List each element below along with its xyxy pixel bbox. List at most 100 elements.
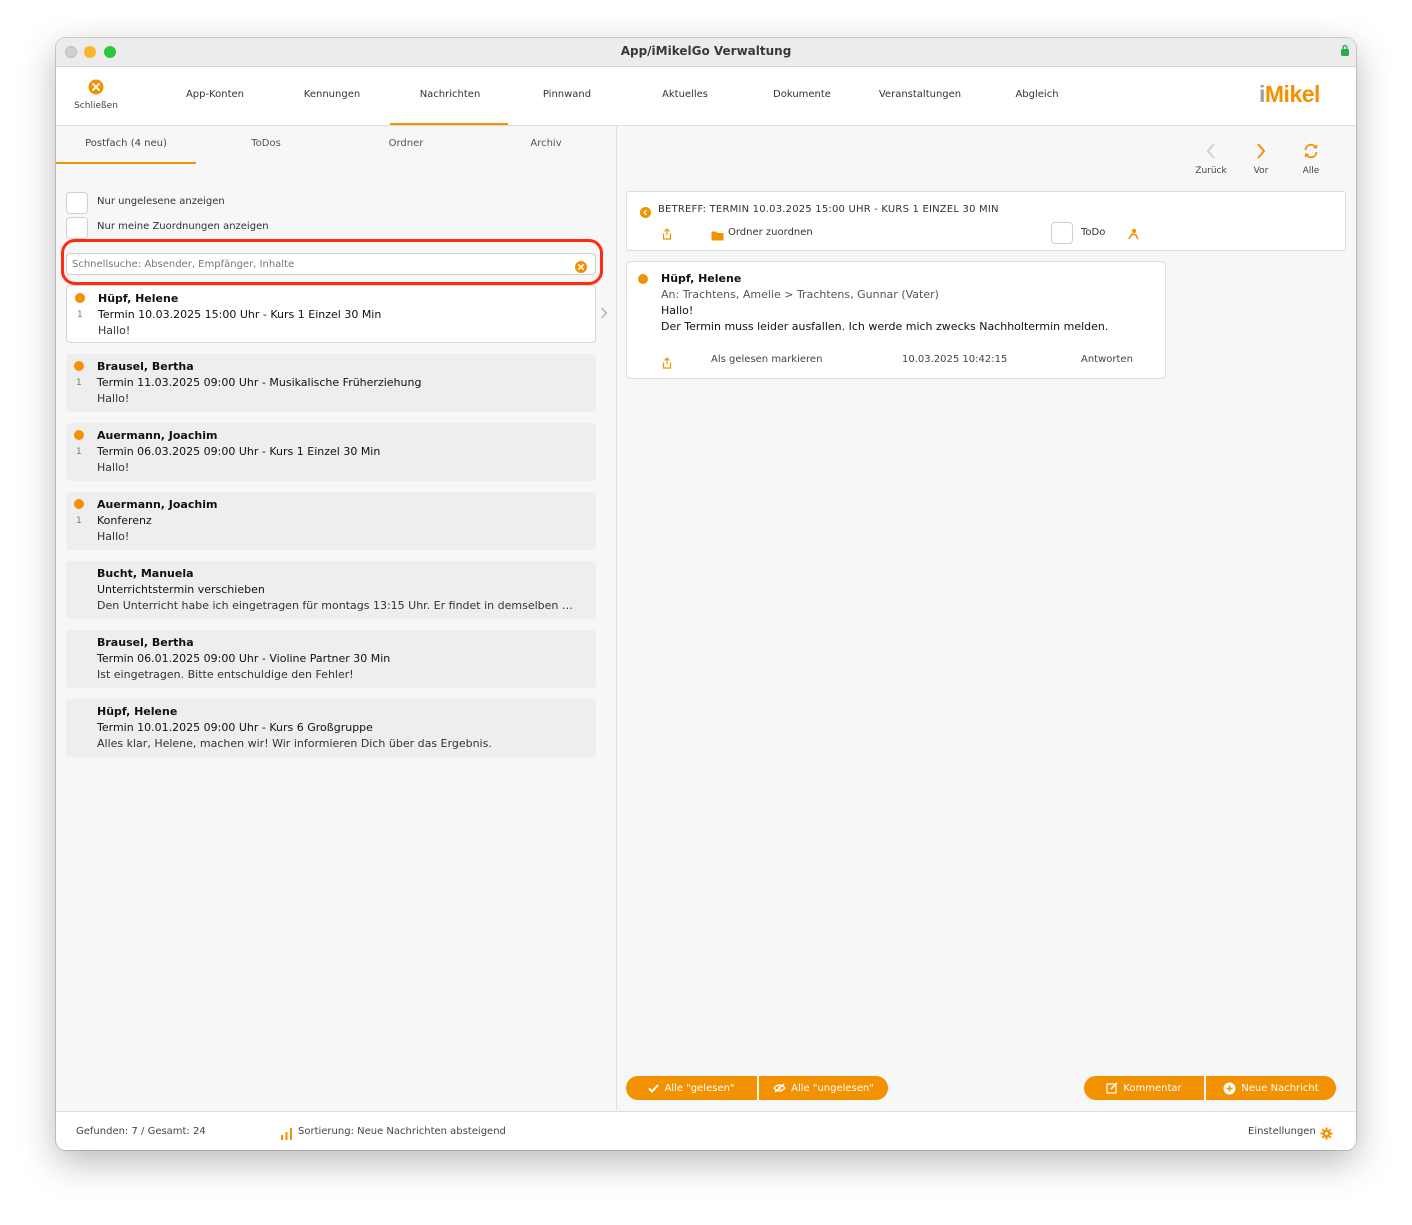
refresh-all-label: Alle (1302, 166, 1320, 176)
folder-icon[interactable] (711, 226, 724, 245)
detail-timestamp: 10.03.2025 10:42:15 (902, 354, 1008, 365)
message-sender: Brausel, Bertha (97, 360, 194, 373)
refresh-all-button[interactable]: Alle (1291, 142, 1331, 176)
nav-app-konten[interactable]: App-Konten (165, 89, 265, 100)
detail-body-line1: Hallo! (661, 304, 694, 317)
back-circle-icon[interactable] (640, 203, 651, 222)
edit-icon (1106, 1082, 1118, 1094)
message-preview: Den Unterricht habe ich eingetragen für … (97, 599, 573, 612)
message-item[interactable]: 1 Auermann, Joachim Termin 06.03.2025 09… (66, 423, 596, 481)
todo-checkbox[interactable] (1051, 222, 1073, 244)
message-item[interactable]: Hüpf, Helene Termin 10.01.2025 09:00 Uhr… (66, 699, 596, 757)
unread-only-checkbox[interactable] (66, 192, 88, 214)
forward-label: Vor (1253, 166, 1269, 176)
plus-circle-icon (1223, 1082, 1236, 1094)
subject-bar: BETREFF: TERMIN 10.03.2025 15:00 UHR - K… (626, 191, 1346, 251)
message-sender: Bucht, Manuela (97, 567, 194, 580)
nav-aktuelles[interactable]: Aktuelles (635, 89, 735, 100)
comment-button[interactable]: Kommentar (1084, 1076, 1204, 1100)
main-toolbar: Schließen App-Konten Kennungen Nachricht… (56, 67, 1356, 126)
unread-dot (74, 499, 84, 509)
detail-sender: Hüpf, Helene (661, 272, 742, 285)
clear-search-icon[interactable] (575, 258, 587, 277)
tab-todos[interactable]: ToDos (196, 138, 336, 149)
message-item[interactable]: 1 Hüpf, Helene Termin 10.03.2025 15:00 U… (66, 285, 596, 343)
share-icon[interactable] (662, 225, 672, 244)
message-preview: Alles klar, Helene, machen wir! Wir info… (97, 737, 492, 750)
nav-veranstaltungen[interactable]: Veranstaltungen (870, 89, 970, 100)
mark-all-unread-button[interactable]: Alle "ungelesen" (759, 1076, 888, 1100)
quick-search-field (66, 253, 596, 275)
todo-label: ToDo (1081, 227, 1106, 238)
reply-button[interactable]: Antworten (1081, 354, 1133, 365)
message-sender: Brausel, Bertha (97, 636, 194, 649)
nav-kennungen[interactable]: Kennungen (282, 89, 382, 100)
unread-dot (75, 293, 85, 303)
message-sender: Auermann, Joachim (97, 498, 218, 511)
sort-bars-icon[interactable] (280, 1125, 293, 1144)
close-button[interactable]: Schließen (68, 79, 124, 111)
gear-icon[interactable] (1320, 1125, 1333, 1144)
message-preview: Hallo! (97, 461, 130, 474)
message-preview: Hallo! (98, 324, 131, 337)
message-count: 1 (76, 516, 82, 526)
app-window: App/iMikelGo Verwaltung Schließen App-Ko… (56, 38, 1356, 1150)
message-item[interactable]: 1 Brausel, Bertha Termin 11.03.2025 09:0… (66, 354, 596, 412)
mark-read-button[interactable]: Als gelesen markieren (711, 354, 822, 365)
quick-search-input[interactable] (72, 254, 567, 274)
unread-dot (638, 274, 648, 284)
new-message-button[interactable]: Neue Nachricht (1206, 1076, 1336, 1100)
window-title: App/iMikelGo Verwaltung (620, 44, 792, 58)
message-subject: Unterrichtstermin verschieben (97, 583, 265, 596)
active-tab-indicator (56, 162, 196, 164)
message-item[interactable]: Brausel, Bertha Termin 06.01.2025 09:00 … (66, 630, 596, 688)
message-detail-card: Hüpf, Helene An: Trachtens, Amelie > Tra… (626, 261, 1166, 379)
message-sender: Hüpf, Helene (97, 705, 178, 718)
close-circle-icon (88, 79, 104, 99)
status-bar: Gefunden: 7 / Gesamt: 24 Sortierung: Neu… (56, 1111, 1356, 1150)
checkmark-icon (648, 1083, 660, 1093)
forward-button[interactable]: Vor (1241, 142, 1281, 176)
my-assignments-checkbox[interactable] (66, 217, 88, 239)
nav-nachrichten[interactable]: Nachrichten (400, 89, 500, 100)
detail-recipients: An: Trachtens, Amelie > Trachtens, Gunna… (661, 288, 939, 301)
nav-dokumente[interactable]: Dokumente (752, 89, 852, 100)
message-item[interactable]: 1 Auermann, Joachim Konferenz Hallo! (66, 492, 596, 550)
mark-all-read-button[interactable]: Alle "gelesen" (626, 1076, 757, 1100)
message-subject: Termin 06.03.2025 09:00 Uhr - Kurs 1 Ein… (97, 445, 381, 458)
message-subject: Konferenz (97, 514, 152, 527)
message-subject: Termin 11.03.2025 09:00 Uhr - Musikalisc… (97, 376, 422, 389)
assign-person-icon[interactable] (1127, 225, 1139, 244)
unread-dot (74, 430, 84, 440)
chevron-right-icon (600, 304, 608, 323)
active-nav-indicator (390, 123, 508, 125)
mark-all-read-label: Alle "gelesen" (664, 1082, 735, 1094)
found-count: Gefunden: 7 / Gesamt: 24 (76, 1126, 206, 1137)
lock-icon (1340, 42, 1350, 61)
tab-archiv[interactable]: Archiv (476, 138, 616, 149)
settings-button[interactable]: Einstellungen (1248, 1126, 1316, 1137)
message-list-panel: Postfach (4 neu) ToDos Ordner Archiv Nur… (56, 126, 617, 1110)
message-item[interactable]: Bucht, Manuela Unterrichtstermin verschi… (66, 561, 596, 619)
tab-ordner[interactable]: Ordner (336, 138, 476, 149)
message-count: 1 (77, 310, 83, 320)
share-icon[interactable] (662, 354, 672, 373)
message-preview: Ist eingetragen. Bitte entschuldige den … (97, 668, 354, 681)
nav-abgleich[interactable]: Abgleich (987, 89, 1087, 100)
sorting-label[interactable]: Sortierung: Neue Nachrichten absteigend (298, 1126, 506, 1137)
unread-dot (74, 361, 84, 371)
eye-slash-icon (773, 1083, 787, 1093)
comment-label: Kommentar (1123, 1082, 1182, 1094)
tab-postfach[interactable]: Postfach (4 neu) (56, 138, 196, 149)
message-sender: Auermann, Joachim (97, 429, 218, 442)
message-preview: Hallo! (97, 392, 130, 405)
title-bar: App/iMikelGo Verwaltung (56, 38, 1356, 67)
message-preview: Hallo! (97, 530, 130, 543)
nav-pinnwand[interactable]: Pinnwand (517, 89, 617, 100)
message-count: 1 (76, 447, 82, 457)
message-subject: Termin 10.01.2025 09:00 Uhr - Kurs 6 Gro… (97, 721, 373, 734)
message-sender: Hüpf, Helene (98, 292, 179, 305)
chevron-right-icon (1255, 143, 1267, 164)
assign-folder-button[interactable]: Ordner zuordnen (728, 227, 813, 238)
back-button[interactable]: Zurück (1191, 142, 1231, 176)
